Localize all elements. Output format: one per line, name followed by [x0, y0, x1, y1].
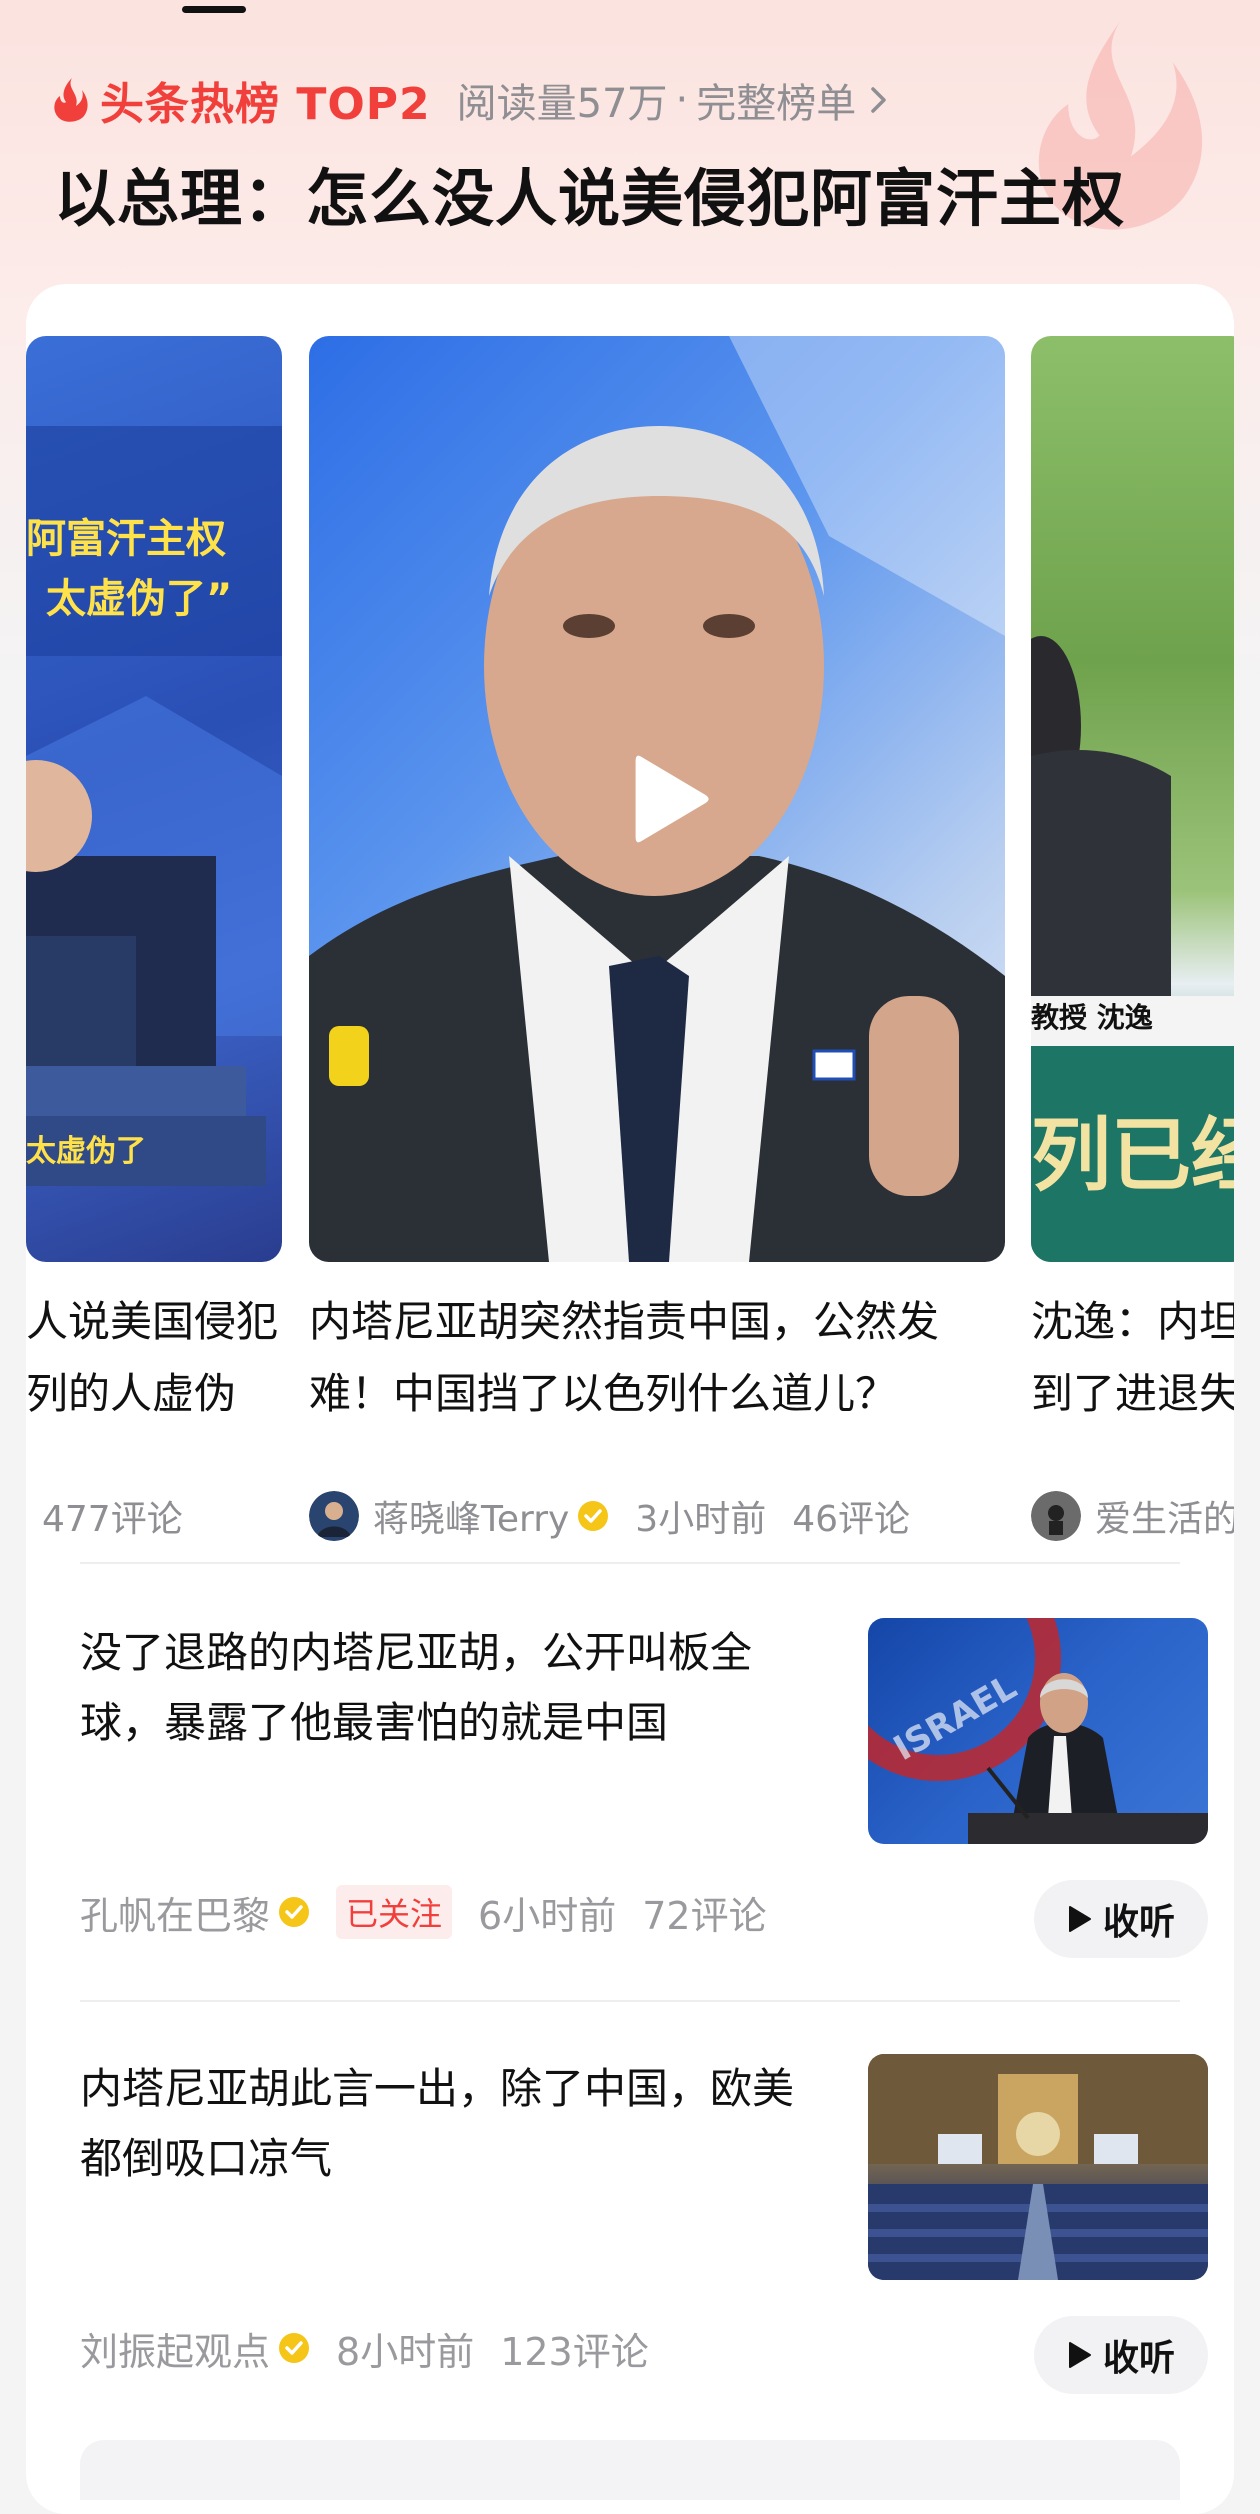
video-card-right[interactable]: 教授 沈逸 列已经 沈逸：内坦 到了进退失 爱生活的	[1031, 336, 1234, 1541]
video-title-right-line2: 到了进退失	[1031, 1369, 1234, 1418]
video-carousel[interactable]: 阿富汗主权 太虚伪了” 太虚伪了 人说美国侵犯 列的人虚伪 477评论 内塔尼亚…	[26, 336, 1234, 1541]
video-meta-center: 蒋晓峰Terry 3小时前 46评论	[309, 1486, 910, 1546]
author-name[interactable]: 刘振起观点	[80, 2321, 270, 2376]
hot-rank-label: 头条热榜 TOP2	[100, 79, 431, 130]
comment-count: 477评论	[42, 1499, 183, 1540]
news-item[interactable]: 没了退路的内塔尼亚胡，公开叫板全球，暴露了他最害怕的就是中国 ISRAEL 孔帆…	[80, 1618, 1208, 1978]
followed-badge[interactable]: 已关注	[336, 1885, 453, 1939]
news-title[interactable]: 没了退路的内塔尼亚胡，公开叫板全球，暴露了他最害怕的就是中国	[80, 1618, 800, 1758]
left-thumb-caption-2: 太虚伪了”	[46, 576, 233, 622]
news-item[interactable]: 内塔尼亚胡此言一出，除了中国，欧美都倒吸口凉气 刘振起观点 8小时前 123评论…	[80, 2054, 1208, 2414]
post-time: 3小时前	[635, 1499, 767, 1540]
listen-label: 收听	[1102, 1902, 1175, 1943]
flame-icon	[54, 78, 88, 122]
video-thumbnail-left[interactable]: 阿富汗主权 太虚伪了” 太虚伪了	[26, 336, 282, 1262]
divider	[80, 2000, 1180, 2002]
avatar[interactable]	[1031, 1491, 1081, 1541]
full-list-link[interactable]: 完整榜单	[696, 71, 856, 129]
news-thumb-graphic	[868, 2054, 1208, 2280]
video-title-right-line1: 沈逸：内坦	[1031, 1297, 1234, 1346]
right-thumb-caption-2: 列已经	[1031, 1109, 1234, 1202]
video-title-left-line1: 人说美国侵犯	[26, 1297, 279, 1346]
right-thumb-caption-1: 教授 沈逸	[1031, 1001, 1153, 1034]
post-time: 8小时前	[336, 2329, 475, 2374]
next-item-peek	[80, 2440, 1180, 2500]
author-name[interactable]: 蒋晓峰Terry	[373, 1490, 569, 1542]
listen-button[interactable]: 收听	[1034, 1880, 1208, 1958]
verified-icon	[279, 1897, 310, 1927]
video-meta-right: 爱生活的	[1031, 1486, 1234, 1546]
comment-count[interactable]: 123评论	[500, 2321, 649, 2376]
listen-play-icon	[1068, 1906, 1091, 1932]
hot-list-row[interactable]: 头条热榜 TOP2 阅读量57万 · 完整榜单	[50, 70, 890, 130]
tab-indicator	[182, 6, 246, 13]
listen-button[interactable]: 收听	[1034, 2316, 1208, 2394]
listen-play-icon	[1068, 2342, 1091, 2368]
news-title[interactable]: 内塔尼亚胡此言一出，除了中国，欧美都倒吸口凉气	[80, 2054, 800, 2194]
video-card-left[interactable]: 阿富汗主权 太虚伪了” 太虚伪了 人说美国侵犯 列的人虚伪 477评论	[26, 336, 282, 1540]
video-title-left-line2: 列的人虚伪	[26, 1369, 237, 1418]
verified-icon	[578, 1501, 609, 1531]
play-icon[interactable]	[634, 751, 712, 847]
news-thumbnail[interactable]	[868, 2054, 1208, 2280]
video-title-right[interactable]: 沈逸：内坦 到了进退失	[1031, 1286, 1234, 1430]
news-meta: 刘振起观点 8小时前 123评论	[80, 2318, 649, 2378]
post-time: 6小时前	[478, 1893, 617, 1938]
content-card: 阿富汗主权 太虚伪了” 太虚伪了 人说美国侵犯 列的人虚伪 477评论 内塔尼亚…	[26, 284, 1234, 2514]
hot-topic-headline[interactable]: 以总理：怎么没人说美侵犯阿富汗主权	[54, 148, 1125, 238]
divider	[80, 1562, 1180, 1564]
listen-label: 收听	[1102, 2338, 1175, 2379]
verified-icon	[279, 2333, 310, 2363]
video-card-center[interactable]: 内塔尼亚胡突然指责中国，公然发难！中国挡了以色列什么道儿？ 蒋晓峰Terry 3…	[309, 336, 1005, 1541]
chevron-right-icon	[871, 87, 886, 113]
video-title-center[interactable]: 内塔尼亚胡突然指责中国，公然发难！中国挡了以色列什么道儿？	[309, 1286, 1005, 1430]
comment-count[interactable]: 72评论	[642, 1885, 766, 1940]
avatar[interactable]	[309, 1491, 359, 1541]
author-name[interactable]: 孔帆在巴黎	[80, 1885, 270, 1940]
author-name[interactable]: 爱生活的	[1095, 1490, 1234, 1542]
left-thumb-caption-3: 太虚伪了	[26, 1134, 146, 1169]
separator-dot: ·	[675, 77, 689, 123]
news-meta: 孔帆在巴黎 已关注 6小时前 72评论	[80, 1882, 767, 1942]
read-count: 阅读量57万	[456, 81, 668, 127]
video-thumbnail-right[interactable]: 教授 沈逸 列已经	[1031, 336, 1234, 1262]
left-thumb-caption-1: 阿富汗主权	[26, 516, 226, 562]
video-thumbnail-center[interactable]	[309, 336, 1005, 1262]
video-meta-left: 477评论	[42, 1486, 183, 1546]
comment-count[interactable]: 46评论	[792, 1490, 910, 1542]
news-thumbnail[interactable]: ISRAEL	[868, 1618, 1208, 1844]
video-title-left[interactable]: 人说美国侵犯 列的人虚伪	[26, 1286, 282, 1430]
left-thumb-graphic	[26, 426, 282, 1186]
